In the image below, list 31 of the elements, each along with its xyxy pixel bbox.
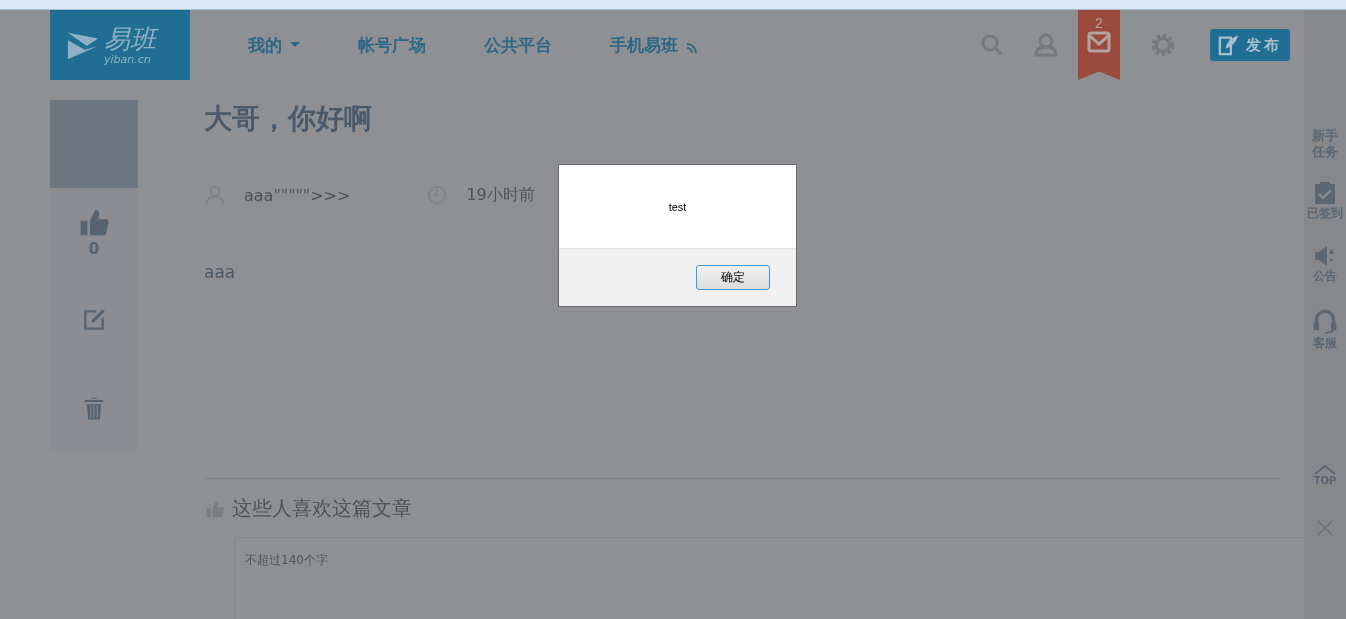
pencil-icon bbox=[81, 307, 107, 333]
nav-link[interactable]: 手机易班 bbox=[610, 33, 697, 57]
caret-icon bbox=[290, 41, 300, 47]
user-icon bbox=[1034, 33, 1058, 57]
headset-icon bbox=[1312, 307, 1338, 336]
signal-icon bbox=[686, 41, 697, 53]
nav-link[interactable]: 帐号广场 bbox=[358, 33, 426, 57]
article-title: 大哥，你好啊 bbox=[204, 101, 373, 137]
chevron-up-icon bbox=[1313, 464, 1337, 476]
site-logo[interactable]: 易班 yiban.cn bbox=[50, 10, 190, 80]
messages-button[interactable]: 2 bbox=[1078, 10, 1120, 80]
gear-icon bbox=[1150, 32, 1176, 58]
close-button[interactable] bbox=[1315, 518, 1335, 539]
nav-link[interactable]: 公共平台 bbox=[484, 33, 552, 57]
search-icon bbox=[980, 33, 1004, 57]
ok-button[interactable]: 确定 bbox=[696, 265, 770, 290]
speaker-icon bbox=[1313, 244, 1337, 269]
comment-field[interactable]: 不超过140个字 bbox=[234, 537, 1304, 619]
alert-message: test bbox=[668, 200, 687, 213]
delete-button[interactable] bbox=[50, 364, 138, 452]
author-name[interactable]: aaa""""">>> bbox=[244, 185, 351, 205]
trash-icon bbox=[81, 394, 107, 422]
publish-button[interactable]: 发布 bbox=[1210, 29, 1290, 61]
post-time: 19小时前 bbox=[466, 184, 535, 206]
likes-heading: 这些人喜欢这篇文章 bbox=[232, 495, 412, 522]
nav-link[interactable]: 我的 bbox=[248, 33, 300, 57]
clipboard-check-icon bbox=[1313, 181, 1337, 206]
close-icon bbox=[1315, 518, 1335, 539]
envelope-icon bbox=[1087, 30, 1111, 54]
article-body: aaa bbox=[204, 262, 236, 282]
quill-icon bbox=[1218, 34, 1240, 56]
